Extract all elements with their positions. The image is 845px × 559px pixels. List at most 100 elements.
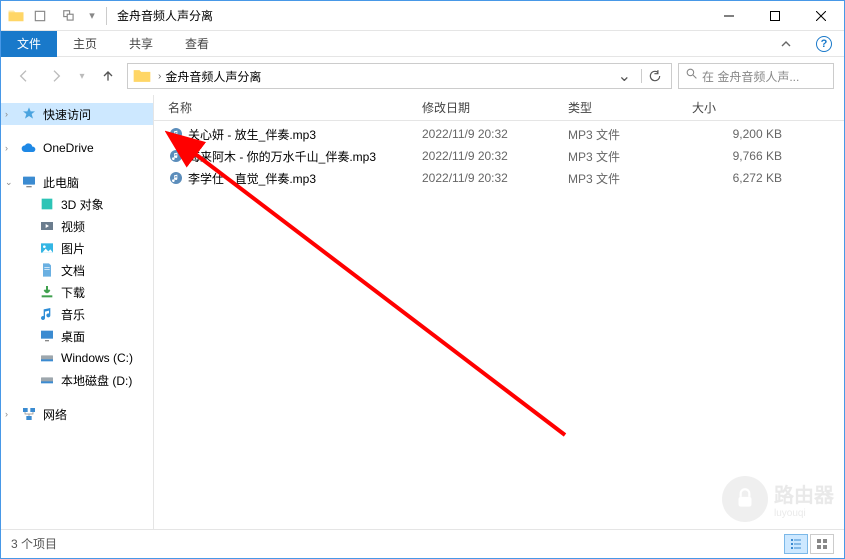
file-row[interactable]: 李学仕 - 直觉_伴奏.mp3 2022/11/9 20:32 MP3 文件 6… [154, 167, 844, 189]
sidebar-item-videos[interactable]: 视频 [1, 215, 153, 237]
cloud-icon [21, 140, 37, 156]
file-date: 2022/11/9 20:32 [422, 127, 568, 141]
sidebar-item-label: 图片 [61, 240, 85, 257]
sidebar-item-desktop[interactable]: 桌面 [1, 325, 153, 347]
file-list: 关心妍 - 放生_伴奏.mp3 2022/11/9 20:32 MP3 文件 9… [154, 121, 844, 529]
sidebar-item-downloads[interactable]: 下载 [1, 281, 153, 303]
sidebar-network[interactable]: › 网络 [1, 403, 153, 425]
sidebar-item-music[interactable]: 音乐 [1, 303, 153, 325]
music-file-icon [168, 170, 184, 186]
file-name: 李学仕 - 直觉_伴奏.mp3 [188, 170, 316, 187]
col-header-size[interactable]: 大小 [692, 99, 812, 116]
pc-icon [21, 174, 37, 190]
sidebar-item-label: 桌面 [61, 328, 85, 345]
nav-forward-button[interactable] [43, 63, 69, 89]
sidebar-item-drive-c[interactable]: Windows (C:) [1, 347, 153, 369]
minimize-button[interactable] [706, 2, 752, 30]
chevron-right-icon[interactable]: › [5, 409, 8, 419]
sidebar-item-documents[interactable]: 文档 [1, 259, 153, 281]
file-type: MP3 文件 [568, 126, 692, 143]
address-bar[interactable]: › 金舟音频人声分离 ⌄ [127, 63, 672, 89]
sidebar-item-label: 网络 [43, 406, 67, 423]
col-header-type[interactable]: 类型 [568, 99, 692, 116]
sidebar-item-label: 视频 [61, 218, 85, 235]
cube-icon [39, 196, 55, 212]
sidebar-item-pictures[interactable]: 图片 [1, 237, 153, 259]
sidebar-this-pc[interactable]: ⌄ 此电脑 [1, 171, 153, 193]
sidebar-quick-access[interactable]: › 快速访问 [1, 103, 153, 125]
sidebar-item-label: 文档 [61, 262, 85, 279]
drive-icon [39, 372, 55, 388]
status-item-count: 3 个项目 [11, 535, 57, 552]
status-bar: 3 个项目 [1, 529, 844, 557]
chevron-right-icon[interactable]: › [5, 109, 8, 119]
picture-icon [39, 240, 55, 256]
search-icon [685, 67, 698, 85]
desktop-icon [39, 328, 55, 344]
title-separator [106, 7, 107, 25]
nav-up-button[interactable] [95, 63, 121, 89]
sidebar-item-3d[interactable]: 3D 对象 [1, 193, 153, 215]
qat-button-1[interactable] [26, 4, 54, 28]
qat-button-2[interactable] [55, 4, 83, 28]
navigation-pane: › 快速访问 › OneDrive ⌄ 此电脑 3D 对象 视频 图片 文档 下… [1, 95, 154, 529]
maximize-button[interactable] [752, 2, 798, 30]
music-icon [39, 306, 55, 322]
sidebar-item-label: 3D 对象 [61, 196, 104, 213]
file-date: 2022/11/9 20:32 [422, 171, 568, 185]
sidebar-item-label: 音乐 [61, 306, 85, 323]
file-row[interactable]: 海来阿木 - 你的万水千山_伴奏.mp3 2022/11/9 20:32 MP3… [154, 145, 844, 167]
ribbon-tab-view[interactable]: 查看 [169, 31, 225, 57]
video-icon [39, 218, 55, 234]
star-icon [21, 106, 37, 122]
file-name: 关心妍 - 放生_伴奏.mp3 [188, 126, 316, 143]
sidebar-item-label: OneDrive [43, 141, 94, 155]
close-button[interactable] [798, 2, 844, 30]
search-placeholder: 在 金舟音频人声... [702, 68, 799, 85]
search-input[interactable]: 在 金舟音频人声... [678, 63, 834, 89]
chevron-down-icon[interactable]: ⌄ [5, 177, 13, 188]
file-date: 2022/11/9 20:32 [422, 149, 568, 163]
content-pane: 名称 修改日期 类型 大小 关心妍 - 放生_伴奏.mp3 2022/11/9 … [154, 95, 844, 529]
file-size: 9,766 KB [692, 149, 812, 163]
help-icon[interactable]: ? [816, 36, 832, 52]
document-icon [39, 262, 55, 278]
sidebar-item-label: 下载 [61, 284, 85, 301]
title-bar: ▾ 金舟音频人声分离 [1, 1, 844, 31]
ribbon: 文件 主页 共享 查看 ? [1, 31, 844, 57]
ribbon-tab-share[interactable]: 共享 [113, 31, 169, 57]
column-headers: 名称 修改日期 类型 大小 [154, 95, 844, 121]
sidebar-item-label: 本地磁盘 (D:) [61, 372, 132, 389]
nav-back-button[interactable] [11, 63, 37, 89]
download-icon [39, 284, 55, 300]
breadcrumb-segment[interactable]: 金舟音频人声分离 [165, 68, 261, 85]
ribbon-tab-home[interactable]: 主页 [57, 31, 113, 57]
qat-dropdown[interactable]: ▾ [84, 4, 100, 28]
nav-recent-dropdown[interactable]: ▾ [75, 63, 89, 89]
sidebar-onedrive[interactable]: › OneDrive [1, 137, 153, 159]
network-icon [21, 406, 37, 422]
refresh-button[interactable] [641, 69, 667, 83]
folder-icon [132, 66, 152, 86]
drive-icon [39, 350, 55, 366]
col-header-date[interactable]: 修改日期 [422, 99, 568, 116]
music-file-icon [168, 148, 184, 164]
view-icons-button[interactable] [810, 534, 834, 554]
file-size: 9,200 KB [692, 127, 812, 141]
window-title: 金舟音频人声分离 [117, 7, 213, 24]
file-type: MP3 文件 [568, 170, 692, 187]
view-details-button[interactable] [784, 534, 808, 554]
address-dropdown-icon[interactable]: ⌄ [618, 66, 637, 86]
chevron-right-icon[interactable]: › [158, 71, 161, 82]
file-row[interactable]: 关心妍 - 放生_伴奏.mp3 2022/11/9 20:32 MP3 文件 9… [154, 123, 844, 145]
col-header-name[interactable]: 名称 [168, 99, 422, 116]
ribbon-tab-file[interactable]: 文件 [1, 31, 57, 57]
sidebar-item-label: 此电脑 [43, 174, 79, 191]
main-area: › 快速访问 › OneDrive ⌄ 此电脑 3D 对象 视频 图片 文档 下… [1, 95, 844, 529]
file-name: 海来阿木 - 你的万水千山_伴奏.mp3 [188, 148, 376, 165]
folder-icon [7, 7, 25, 25]
file-type: MP3 文件 [568, 148, 692, 165]
chevron-right-icon[interactable]: › [5, 143, 8, 153]
ribbon-collapse-icon[interactable] [768, 36, 804, 52]
sidebar-item-drive-d[interactable]: 本地磁盘 (D:) [1, 369, 153, 391]
